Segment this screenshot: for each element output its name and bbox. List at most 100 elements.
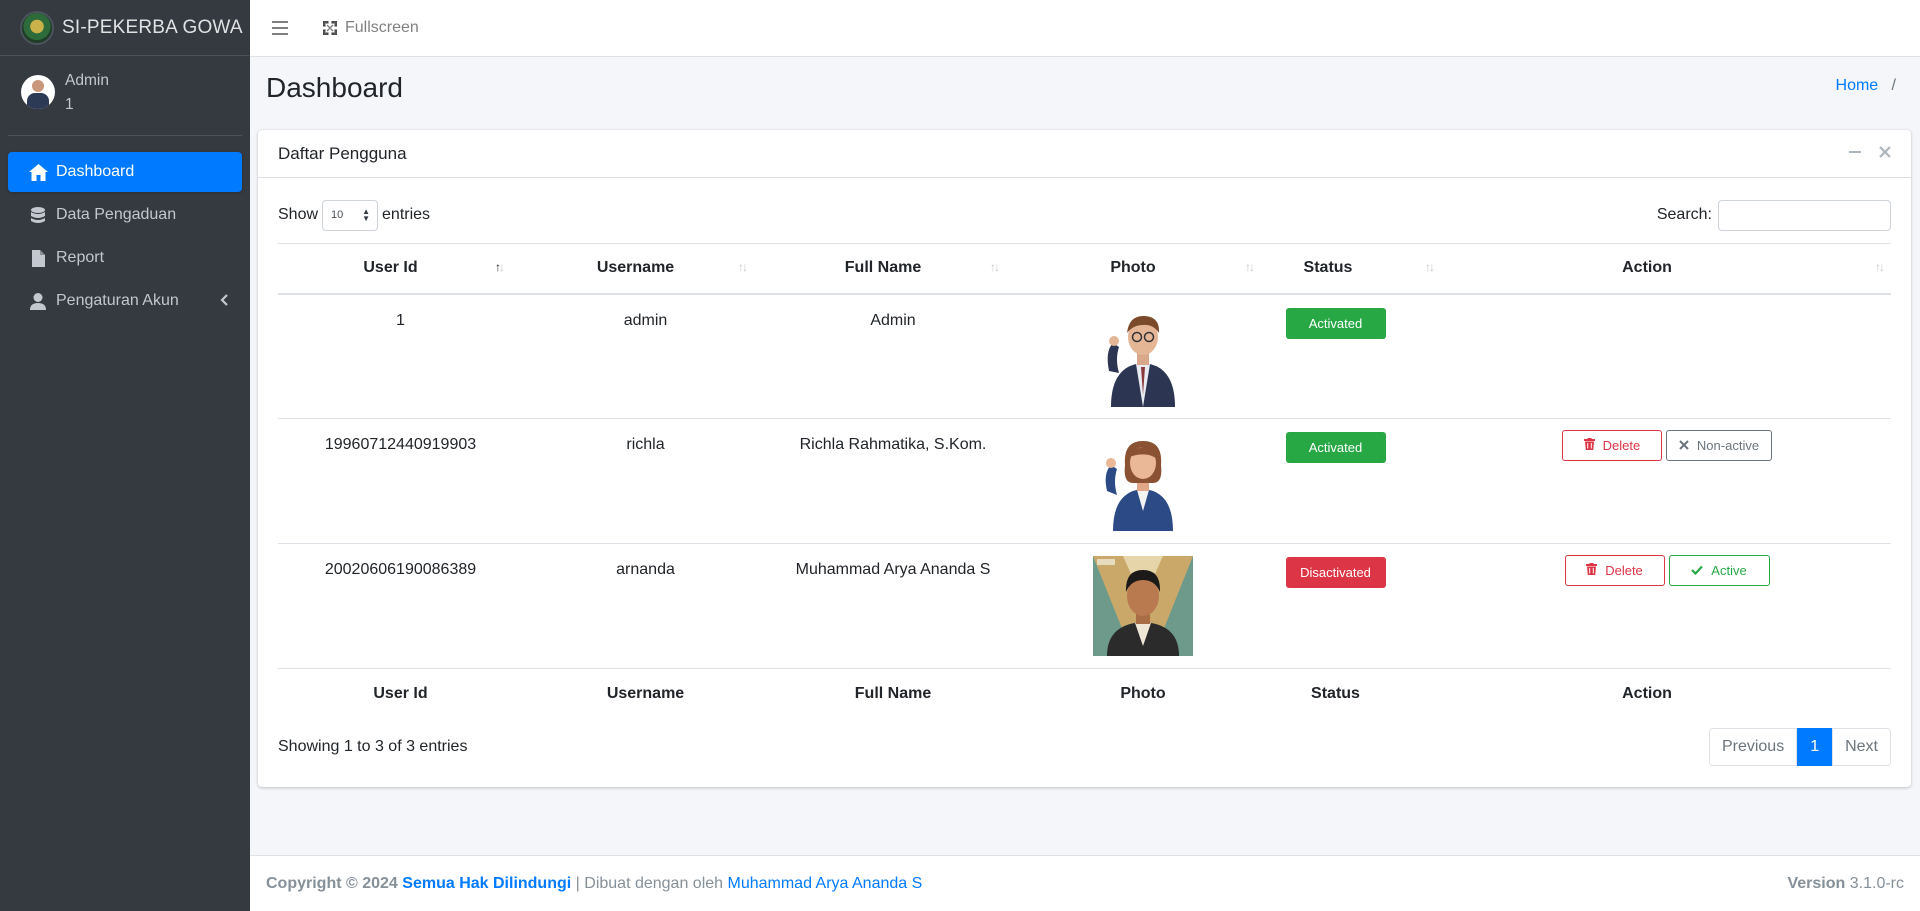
footer-rights-link[interactable]: Semua Hak Dilindungi [402,875,571,892]
search-wrap: Search: [1656,199,1891,231]
menu-toggle-icon[interactable] [272,21,288,35]
cell-action [1403,293,1891,419]
footer-copyright: Copyright © 2024 [266,874,398,892]
footer-header-photo: Photo [1120,684,1166,702]
column-header-full-name[interactable]: Full Name ↑↓ [768,243,1018,295]
show-label: Show [278,206,319,223]
footer-author-link[interactable]: Muhammad Arya Ananda S [728,875,923,893]
footer-header-full-name: Full Name [854,684,932,702]
user-id: 1 [65,96,74,113]
column-header-status[interactable]: Status ↑↓ [1268,243,1435,295]
deactivate-button[interactable]: Non-active [1665,430,1773,461]
sort-icon: ↑↓ [1245,260,1255,274]
sidebar-item-label: Report [56,249,105,266]
status-badge: Activated [1285,307,1386,339]
status-badge: Disactivated [1285,557,1386,588]
footer-header-status: Status [1311,684,1360,702]
sort-icon: ↑↓ [1875,260,1885,274]
collapse-icon[interactable] [1849,145,1861,163]
cell-username: arnanda [523,543,768,669]
sidebar-item-label: Pengaturan Akun [56,292,179,309]
user-name[interactable]: Admin [65,69,109,93]
search-label: Search: [1656,206,1712,223]
breadcrumb-home-link[interactable]: Home [1836,77,1879,94]
page-title: Dashboard [266,72,403,103]
users-table: User Id ↑↓ Username ↑↓ Full Name ↑↓ Photo ↑↓… [278,243,1891,719]
entries-label: entries [382,206,431,223]
user-photo [1093,431,1193,531]
main-sidebar: SI-PEKERBA GOWA Admin 1 Dashboard Data P… [0,0,250,911]
trash-icon [1583,438,1595,453]
user-icon [28,291,48,311]
column-header-photo[interactable]: Photo ↑↓ [1018,243,1268,295]
column-header-user-id[interactable]: User Id ↑↓ [278,243,523,295]
datatable-footer: Showing 1 to 3 of 3 entries Previous 1 N… [278,727,1891,767]
page-1-button[interactable]: 1 [1797,728,1833,766]
trash-icon [1586,563,1598,578]
breadcrumb: Home / [1836,77,1896,95]
top-navbar: Fullscreen [250,0,1920,57]
pagination: Previous 1 Next [1708,728,1891,766]
user-avatar [21,75,55,109]
previous-page-button[interactable]: Previous [1708,728,1798,766]
page-footer: Copyright © 2024 Semua Hak Dilindungi | … [250,855,1920,911]
sidebar-item-label: Data Pengaduan [56,206,177,223]
user-photo [1093,307,1193,407]
user-panel: Admin 1 [8,56,242,136]
cell-full-name: Richla Rahmatika, S.Kom. [768,418,1018,544]
delete-button[interactable]: Delete [1564,555,1665,586]
column-header-username[interactable]: Username ↑↓ [523,243,768,295]
cell-user-id: 20020606190086389 [278,543,523,669]
table-header-row: User Id ↑↓ Username ↑↓ Full Name ↑↓ Photo ↑↓… [278,243,1891,295]
table-footer-row: User Id Username Full Name Photo Status … [278,669,1891,719]
footer-version: Version 3.1.0-rc [1787,874,1904,892]
status-badge: Activated [1285,432,1386,463]
check-icon [1691,563,1704,578]
cell-full-name: Admin [768,293,1018,419]
users-card: Daftar Pengguna Show 10 ▲ ▼ entries Searc… [258,130,1911,787]
column-header-action[interactable]: Action ↑↓ [1403,243,1891,295]
footer-header-user-id: User Id [373,684,428,702]
sort-asc-icon: ↑↓ [495,260,505,274]
footer-divider: | [575,874,580,892]
search-input[interactable] [1718,199,1891,231]
sidebar-item-dashboard[interactable]: Dashboard [8,152,242,192]
cell-user-id: 19960712440919903 [278,418,523,544]
fullscreen-label: Fullscreen [345,19,419,36]
sidebar-item-report[interactable]: Report [8,238,242,278]
row-actions: Delete Active [1443,555,1891,586]
sidebar-item-data-pengaduan[interactable]: Data Pengaduan [8,195,242,235]
file-icon [28,248,48,268]
brand-link[interactable]: SI-PEKERBA GOWA [0,0,250,56]
sidebar-item-pengaturan-akun[interactable]: Pengaturan Akun [8,281,242,321]
table-row: 19960712440919903 richla Richla Rahmatik… [278,418,1891,544]
card-header: Daftar Pengguna [258,130,1911,178]
close-icon[interactable] [1879,145,1891,163]
spinner-icon: ▲ ▼ [362,207,371,223]
chevron-left-icon [220,293,228,309]
footer-made-by: Dibuat dengan oleh [584,874,724,892]
cell-user-id: 1 [278,293,523,419]
database-icon [28,205,48,225]
delete-button[interactable]: Delete [1561,430,1662,461]
activate-button[interactable]: Active [1668,555,1770,586]
card-title: Daftar Pengguna [278,143,407,163]
cell-username: richla [523,418,768,544]
table-row: 20020606190086389 arnanda Muhammad Arya … [278,543,1891,669]
page-length-select[interactable]: 10 ▲ ▼ [322,199,379,231]
next-page-button[interactable]: Next [1832,728,1891,766]
sort-icon: ↑↓ [990,260,1000,274]
table-row: 1 admin Admin Activated [278,293,1891,419]
card-tools [1849,145,1891,163]
brand-title: SI-PEKERBA GOWA [62,16,243,38]
user-photo [1093,556,1193,656]
datatable-controls: Show 10 ▲ ▼ entries Search: [278,199,1891,231]
sort-icon: ↑↓ [738,260,748,274]
fullscreen-button[interactable]: Fullscreen [323,19,419,37]
table-info: Showing 1 to 3 of 3 entries [278,738,468,755]
breadcrumb-separator: / [1891,77,1896,94]
home-icon [28,162,48,182]
cell-username: admin [523,293,768,419]
expand-icon [323,21,337,35]
content-header: Dashboard Home / [250,57,1920,127]
